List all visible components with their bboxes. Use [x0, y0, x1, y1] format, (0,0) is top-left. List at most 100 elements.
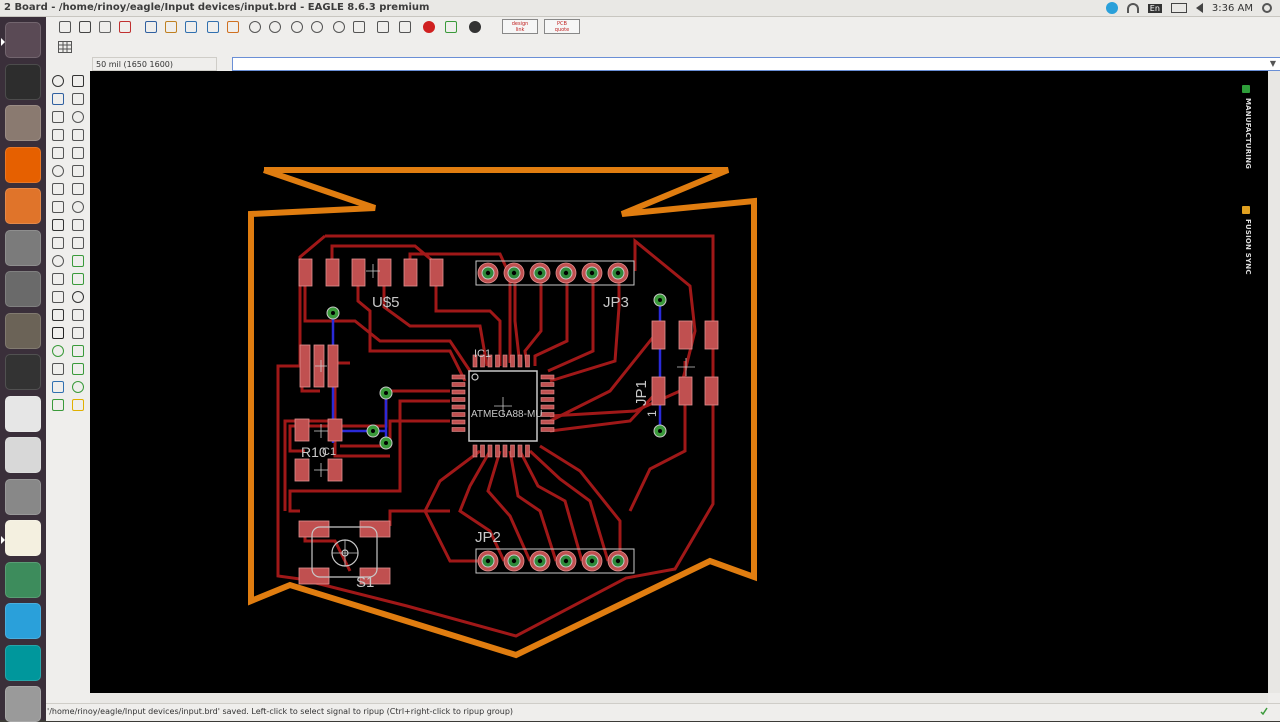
launcher-libreoffice-draw[interactable] [5, 395, 41, 432]
zoom-in-button[interactable] [268, 20, 282, 34]
launcher-gimp[interactable] [5, 312, 41, 349]
open-button[interactable] [58, 20, 72, 34]
align-icon[interactable] [52, 147, 64, 159]
wifi-icon[interactable] [1126, 3, 1139, 13]
optimize-icon[interactable] [72, 201, 84, 213]
eagle-icon [6, 521, 40, 555]
rotate-icon[interactable] [72, 129, 84, 141]
board-canvas[interactable]: U$5 JP3 IC1 ATMEGA88-MU C1 R10 JP2 S1 JP… [90, 71, 1268, 693]
clock[interactable]: 3:36 AM [1212, 3, 1253, 14]
split-icon[interactable] [52, 201, 64, 213]
route-icon[interactable] [72, 273, 84, 285]
tab-fusion-sync[interactable]: FUSION SYNC [1244, 219, 1252, 275]
drc-icon[interactable] [52, 399, 64, 411]
stop-button[interactable] [422, 20, 436, 34]
launcher-help[interactable] [5, 478, 41, 515]
print-button[interactable] [98, 20, 112, 34]
dimension-icon[interactable] [52, 363, 64, 375]
battery-icon[interactable] [1170, 3, 1187, 13]
ripup-icon[interactable] [72, 255, 84, 267]
board-button[interactable] [144, 20, 158, 34]
launcher-telegram[interactable] [5, 603, 41, 639]
launcher-files[interactable] [5, 105, 41, 141]
launcher-screenshot[interactable] [5, 271, 41, 307]
vertical-scrollbar[interactable] [1268, 71, 1280, 693]
tab-manufacturing[interactable]: MANUFACTURING [1244, 98, 1252, 169]
circle-icon[interactable] [52, 309, 64, 321]
library-button[interactable] [184, 20, 198, 34]
paste-icon[interactable] [52, 165, 64, 177]
miter-icon[interactable] [72, 183, 84, 195]
command-history-dropdown-icon[interactable]: ▼ [1270, 59, 1276, 68]
pcb-quote-button[interactable]: PCB quote [544, 19, 580, 34]
zoom-select-button[interactable] [310, 20, 324, 34]
erc-icon[interactable] [72, 381, 84, 393]
script-button[interactable] [206, 20, 220, 34]
command-line-input[interactable] [232, 57, 1280, 71]
go-button[interactable] [444, 20, 458, 34]
redraw-button[interactable] [352, 20, 366, 34]
meander-icon[interactable] [52, 273, 64, 285]
session-gear-icon[interactable] [1262, 3, 1272, 13]
polygon-icon[interactable] [72, 327, 84, 339]
errors-icon[interactable] [72, 399, 84, 411]
launcher-ubuntu-dash[interactable] [1, 22, 41, 58]
display-layers-icon[interactable] [52, 93, 64, 105]
print-icon [99, 21, 111, 33]
launcher-arduino[interactable] [5, 644, 41, 681]
redo-button[interactable] [398, 20, 412, 34]
schematic-button[interactable] [164, 20, 178, 34]
replace-icon[interactable] [72, 219, 84, 231]
show-icon[interactable] [72, 75, 84, 87]
lock-icon[interactable] [52, 219, 64, 231]
delete-icon[interactable] [72, 165, 84, 177]
zoom-out-button[interactable] [290, 20, 304, 34]
name-icon[interactable] [72, 237, 84, 249]
rect-icon[interactable] [52, 327, 64, 339]
launcher-atom[interactable] [5, 561, 41, 598]
signal-icon[interactable] [72, 345, 84, 357]
zoom-fit-icon [249, 21, 261, 33]
wire-icon[interactable] [52, 291, 64, 303]
horizontal-scrollbar[interactable] [90, 693, 1268, 703]
run-ulp-button[interactable] [226, 20, 240, 34]
launcher-terminal[interactable] [5, 63, 41, 100]
info-icon[interactable] [52, 75, 64, 87]
launcher-firefox[interactable] [5, 146, 41, 183]
save-button[interactable] [78, 20, 92, 34]
copy-icon[interactable] [72, 147, 84, 159]
ratsnest-icon[interactable] [72, 363, 84, 375]
cam-processor-button[interactable] [118, 20, 132, 34]
zoom-fit-button[interactable] [248, 20, 262, 34]
help-button[interactable] [468, 20, 482, 34]
value-icon[interactable] [52, 255, 64, 267]
undo-button[interactable] [376, 20, 390, 34]
mirror-icon[interactable] [52, 129, 64, 141]
via-icon[interactable] [52, 345, 64, 357]
design-link-button[interactable]: design link [502, 19, 538, 34]
schematic-icon [165, 21, 177, 33]
launcher-software-center[interactable] [5, 188, 41, 224]
grid-icon[interactable] [58, 41, 72, 53]
zoom-area-button[interactable] [332, 20, 346, 34]
move-icon[interactable] [72, 111, 84, 123]
launcher-trash[interactable] [5, 686, 41, 722]
select-icon[interactable] [52, 111, 64, 123]
launcher-inkscape[interactable] [5, 354, 41, 390]
launcher-eagle[interactable] [1, 520, 41, 556]
change-icon[interactable] [52, 183, 64, 195]
zoom-in-icon [269, 21, 281, 33]
volume-icon[interactable] [1195, 3, 1203, 13]
zoom-out-icon [291, 21, 303, 33]
arc-icon[interactable] [72, 309, 84, 321]
telegram-tray-icon[interactable] [1105, 2, 1118, 14]
launcher-system-settings[interactable] [5, 229, 41, 266]
pcb-layout[interactable]: U$5 JP3 IC1 ATMEGA88-MU C1 R10 JP2 S1 JP… [90, 71, 1268, 693]
smash-icon[interactable] [52, 237, 64, 249]
text-icon[interactable] [72, 291, 84, 303]
trash-icon [6, 687, 40, 721]
mark-icon[interactable] [72, 93, 84, 105]
launcher-text-editor[interactable] [5, 437, 41, 473]
keyboard-language[interactable]: En [1147, 3, 1162, 13]
autorouter-icon[interactable] [52, 381, 64, 393]
